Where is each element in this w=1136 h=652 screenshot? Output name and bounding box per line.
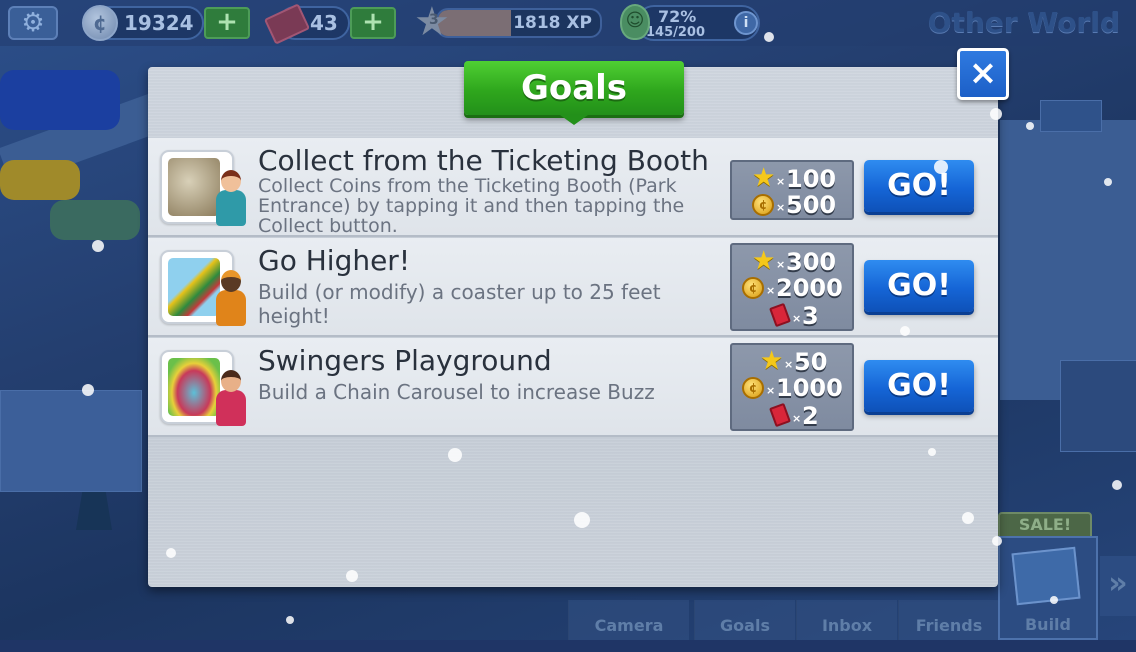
- reward-xp-value: 300: [786, 248, 837, 276]
- dialog-title: Goals: [464, 61, 684, 125]
- close-button[interactable]: ×: [957, 48, 1009, 100]
- buzz-count: 145/200: [646, 25, 706, 40]
- reward-xp: ★ × 100: [752, 163, 837, 193]
- reward-box: ★ × 50 ¢ × 1000 × 2: [730, 343, 854, 431]
- nav-camera[interactable]: Camera: [568, 600, 689, 640]
- sale-badge: SALE!: [998, 512, 1092, 538]
- coin-icon: ¢: [752, 194, 774, 216]
- goal-thumbnail: [160, 250, 246, 326]
- coins-value: 19324: [124, 11, 194, 35]
- build-button[interactable]: Build: [998, 536, 1098, 640]
- go-button[interactable]: GO!: [864, 160, 974, 212]
- road: [1000, 120, 1136, 400]
- nav-goals[interactable]: Goals: [694, 600, 795, 640]
- go-button[interactable]: GO!: [864, 360, 974, 412]
- reward-xp-value: 100: [786, 165, 837, 193]
- coin-icon: ¢: [82, 5, 118, 41]
- reward-coins-value: 1000: [776, 374, 843, 402]
- chain-carousel-art: [168, 358, 220, 416]
- xp-star-icon: ★: [760, 346, 784, 376]
- xp-star-icon: ★: [752, 246, 776, 276]
- car: [0, 160, 80, 200]
- reward-tickets: × 3: [732, 302, 852, 330]
- ticket-icon: [769, 402, 791, 428]
- xp-star-icon: ★: [752, 163, 776, 193]
- path-tile: [1040, 100, 1102, 132]
- goal-row: Go Higher! Build (or modify) a coaster u…: [148, 238, 998, 337]
- info-icon[interactable]: i: [734, 11, 758, 35]
- buzz-balloon-icon: ☺: [620, 4, 650, 40]
- reward-box: ★ × 100 ¢ × 500: [730, 160, 854, 220]
- blueprint-icon: [1011, 546, 1081, 606]
- add-tickets-button[interactable]: +: [350, 7, 396, 39]
- more-chevron-icon[interactable]: »: [1100, 556, 1136, 616]
- coin-icon: ¢: [742, 377, 764, 399]
- reward-coins: ¢ × 500: [732, 191, 852, 219]
- goal-description: Collect Coins from the Ticketing Booth (…: [258, 175, 685, 237]
- reward-xp: ★ × 50: [760, 346, 828, 376]
- tickets-value: 43: [310, 11, 338, 35]
- goal-description: Build (or modify) a coaster up to 25 fee…: [258, 280, 661, 328]
- goal-row: Swingers Playground Build a Chain Carous…: [148, 338, 998, 437]
- reward-coins: ¢ × 1000: [732, 374, 852, 402]
- nav-friends[interactable]: Friends: [898, 600, 999, 640]
- goal-title: Collect from the Ticketing Booth: [258, 144, 709, 177]
- worker-man-icon: [214, 270, 248, 326]
- reward-coins-value: 2000: [776, 274, 843, 302]
- advisor-woman-icon: [214, 170, 248, 226]
- go-button[interactable]: GO!: [864, 260, 974, 312]
- build-label: Build: [1024, 615, 1071, 634]
- goal-thumbnail: [160, 350, 246, 426]
- nav-inbox[interactable]: Inbox: [796, 600, 897, 640]
- car: [0, 70, 120, 130]
- reward-tickets-value: 3: [802, 302, 819, 330]
- car: [50, 200, 140, 240]
- crosswalk: [0, 390, 142, 492]
- xp-progress-bar: 1818 XP: [436, 8, 602, 38]
- reward-tickets: × 2: [732, 402, 852, 430]
- reward-box: ★ × 300 ¢ × 2000 × 3: [730, 243, 854, 331]
- building: [1060, 360, 1136, 452]
- goal-title: Swingers Playground: [258, 344, 552, 377]
- settings-gear-icon[interactable]: ⚙: [8, 6, 58, 40]
- ticket-icon: [769, 302, 791, 328]
- xp-label: 1818 XP: [513, 13, 592, 33]
- ticket-booth-art: [168, 158, 220, 216]
- reward-xp: ★ × 300: [752, 246, 837, 276]
- reward-tickets-value: 2: [802, 402, 819, 430]
- advisor-woman-icon: [214, 370, 248, 426]
- world-name: Other World: [927, 6, 1120, 39]
- goal-thumbnail: [160, 150, 246, 226]
- reward-coins-value: 500: [786, 191, 837, 219]
- level-value: 3: [429, 12, 439, 28]
- bottom-nav: Camera Goals Inbox Friends: [568, 588, 999, 640]
- add-coins-button[interactable]: +: [204, 7, 250, 39]
- top-hud: ⚙ 19324 ¢ + 43 + 1818 XP ★ 3 72% 145/200…: [0, 0, 1136, 46]
- goal-row: Collect from the Ticketing Booth Collect…: [148, 138, 998, 237]
- goal-description: Build a Chain Carousel to increase Buzz: [258, 380, 655, 404]
- coin-icon: ¢: [742, 277, 764, 299]
- reward-xp-value: 50: [794, 348, 828, 376]
- goal-title: Go Higher!: [258, 244, 411, 277]
- coaster-height-art: [168, 258, 220, 316]
- reward-coins: ¢ × 2000: [732, 274, 852, 302]
